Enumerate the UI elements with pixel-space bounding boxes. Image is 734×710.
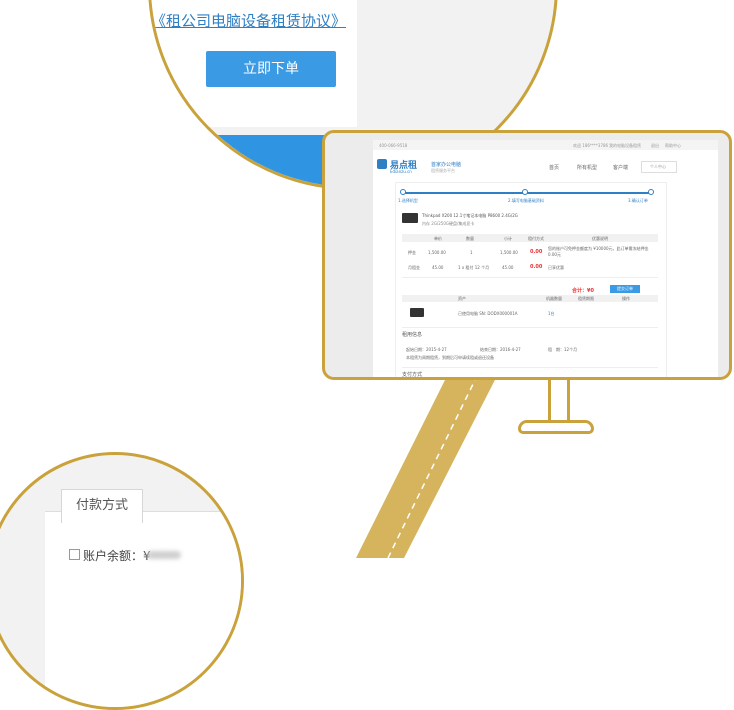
- row1-qty: 1: [470, 250, 473, 255]
- th-note: 优惠说明: [592, 236, 608, 241]
- welcome-text: 欢迎 186****3786: [573, 143, 609, 148]
- logo-icon: [377, 159, 387, 169]
- row2-note: 已享优惠: [548, 265, 564, 270]
- step-dot-2: [522, 189, 528, 195]
- monitor: 400-066-9518 欢迎 186****3786 我的电脑设备租赁 退出 …: [322, 130, 732, 380]
- balance-label: 账户余额：¥: [83, 549, 151, 563]
- th-term: 租赁期限: [578, 296, 594, 301]
- th-subtotal: 小计: [504, 236, 512, 241]
- asset-count: 1台: [548, 311, 555, 316]
- step-dot-3: [648, 189, 654, 195]
- table-divider: [402, 277, 658, 278]
- screen-topbar: 400-066-9518 欢迎 186****3786 我的电脑设备租赁 退出 …: [373, 140, 718, 150]
- order-total: 合计：¥0: [572, 288, 594, 294]
- product-name: Thinkpad X200 12.1寸笔记本电脑 P8600 2.4G/2G: [422, 213, 518, 218]
- nav-home[interactable]: 首页: [549, 164, 559, 171]
- balance-checkbox[interactable]: [69, 549, 80, 560]
- step-label-2: 2.填写电脑基础资料: [508, 198, 544, 203]
- rental-period: 租 期：12个月: [548, 347, 578, 352]
- user-center-box[interactable]: 个人中心: [641, 161, 677, 173]
- section-divider: [402, 327, 658, 328]
- row2-price: 45.00: [432, 265, 444, 270]
- place-order-button[interactable]: 立即下单: [206, 51, 336, 87]
- slogan: 首家办公电脑: [431, 162, 462, 168]
- row1-label: 押金: [408, 250, 416, 255]
- hotline: 400-066-9518: [379, 143, 408, 148]
- asset-table-header: [402, 295, 658, 302]
- th-qty: 数量: [466, 236, 474, 241]
- row1-price: 1,500.00: [428, 250, 446, 255]
- bottom-magnifier: 付款方式 账户余额：¥: [0, 452, 244, 710]
- step-label-3: 3.确认订单: [628, 198, 648, 203]
- order-card: 《租公司电脑设备租赁协议》 立即下单: [151, 0, 357, 127]
- row1-subtotal: 1,500.00: [500, 250, 518, 255]
- nav-models[interactable]: 所有机型: [577, 164, 597, 171]
- asset-laptop-icon: [410, 308, 424, 317]
- row2-qty: 1 x 租付 12 个月: [458, 265, 490, 270]
- logo-domain: Edianzu.cn: [390, 169, 412, 174]
- logout-link[interactable]: 退出: [651, 143, 659, 149]
- th-count: 机器数量: [546, 296, 562, 301]
- payment-heading: 支付方式: [402, 372, 423, 378]
- payment-panel: [45, 511, 241, 707]
- row2-pay: 0.00: [530, 264, 543, 270]
- rental-footnote: 本租赁为周期租赁，到期后可申请续租或退还设备: [406, 355, 494, 360]
- step-dot-1: [400, 189, 406, 195]
- rental-info-heading: 租用信息: [402, 332, 423, 338]
- nav-client[interactable]: 客户端: [613, 164, 628, 171]
- section-divider-2: [402, 367, 658, 368]
- fee-section-heading: 费用及结算: [175, 171, 245, 187]
- laptop-icon: [402, 213, 418, 223]
- row1-note: 您的账户可免押金额度为 ¥10000元，此订单需冻结押金 0.00元: [548, 246, 649, 257]
- end-date: 结束日期：2016-4-27: [480, 347, 521, 352]
- monitor-screen: 400-066-9518 欢迎 186****3786 我的电脑设备租赁 退出 …: [373, 140, 718, 378]
- start-date: 起始日期：2015-4-27: [406, 347, 447, 352]
- th-price: 单价: [434, 236, 442, 241]
- tab-payment-method[interactable]: 付款方式: [61, 489, 143, 523]
- monitor-base: [518, 420, 594, 434]
- product-spec: 内存 2G/250G硬盘/集成显卡: [422, 221, 475, 226]
- th-pay: 租付方式: [528, 236, 544, 241]
- row2-label: 月租金: [408, 265, 420, 270]
- slogan-sub: 租赁服务平台: [431, 168, 455, 173]
- row2-subtotal: 45.00: [502, 265, 514, 270]
- help-link[interactable]: 帮助中心: [665, 143, 681, 149]
- th-asset: 资产: [458, 296, 466, 301]
- row1-pay: 0.00: [530, 249, 543, 255]
- th-action: 操作: [622, 296, 630, 301]
- my-rental-link[interactable]: 我的电脑设备租赁: [609, 143, 641, 149]
- asset-serial: 已使用电脑 SN: DODX000001A: [458, 311, 518, 316]
- step-label-1: 1.选择机型: [398, 198, 418, 203]
- order-page: 1.选择机型 2.填写电脑基础资料 3.确认订单 Thinkpad X200 1…: [395, 182, 667, 378]
- agreement-link[interactable]: 《租公司电脑设备租赁协议》: [151, 10, 346, 31]
- submit-order-button[interactable]: 提交订单: [610, 285, 640, 293]
